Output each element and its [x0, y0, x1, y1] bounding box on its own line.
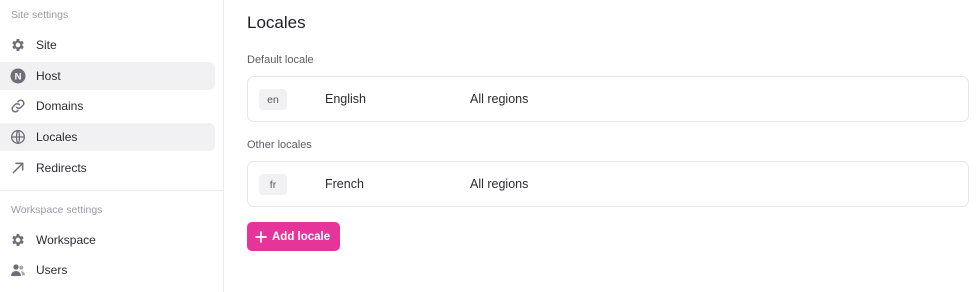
sidebar-item-label: Host: [36, 69, 61, 83]
users-icon: [9, 261, 27, 279]
locales-panel: Locales Default locale en English All re…: [247, 0, 980, 292]
sidebar-item-label: Site: [36, 38, 57, 52]
sidebar-item-host[interactable]: N Host: [0, 62, 215, 90]
workspace-settings-heading: Workspace settings: [11, 204, 103, 216]
add-locale-button[interactable]: Add locale: [247, 222, 341, 251]
link-icon: [9, 97, 27, 115]
other-locales-label: Other locales: [247, 139, 312, 151]
arrow-up-right-icon: [9, 159, 27, 177]
globe-icon: [9, 128, 27, 146]
locale-code-chip: en: [259, 89, 287, 110]
locale-region: All regions: [470, 177, 529, 191]
locale-name: English: [325, 92, 366, 106]
sidebar-item-locales[interactable]: Locales: [0, 123, 215, 151]
sidebar-item-label: Workspace: [36, 233, 96, 247]
locale-code-chip: fr: [259, 174, 287, 195]
other-locale-card[interactable]: fr French All regions: [247, 161, 969, 207]
locale-name: French: [325, 177, 364, 191]
add-locale-label: Add locale: [272, 230, 331, 243]
plus-icon: [255, 230, 267, 243]
sidebar-divider: [0, 190, 223, 191]
gear-icon: [9, 231, 27, 249]
page-title: Locales: [247, 13, 306, 32]
sidebar-item-workspace[interactable]: Workspace: [0, 226, 215, 254]
sidebar-item-label: Domains: [36, 99, 84, 113]
sidebar-item-users[interactable]: Users: [0, 256, 215, 284]
host-icon: N: [9, 67, 27, 85]
settings-sidebar: Site settings Site N Host Domains Locale…: [0, 0, 224, 292]
sidebar-item-domains[interactable]: Domains: [0, 92, 215, 120]
default-locale-card[interactable]: en English All regions: [247, 76, 969, 122]
sidebar-item-site[interactable]: Site: [0, 31, 215, 59]
sidebar-item-redirects[interactable]: Redirects: [0, 154, 215, 182]
gear-icon: [9, 36, 27, 54]
default-locale-label: Default locale: [247, 54, 314, 66]
host-badge-letter: N: [15, 72, 22, 83]
sidebar-item-label: Users: [36, 263, 68, 277]
locale-region: All regions: [470, 92, 529, 106]
sidebar-item-label: Locales: [36, 130, 78, 144]
sidebar-item-label: Redirects: [36, 161, 87, 175]
site-settings-heading: Site settings: [11, 9, 69, 21]
